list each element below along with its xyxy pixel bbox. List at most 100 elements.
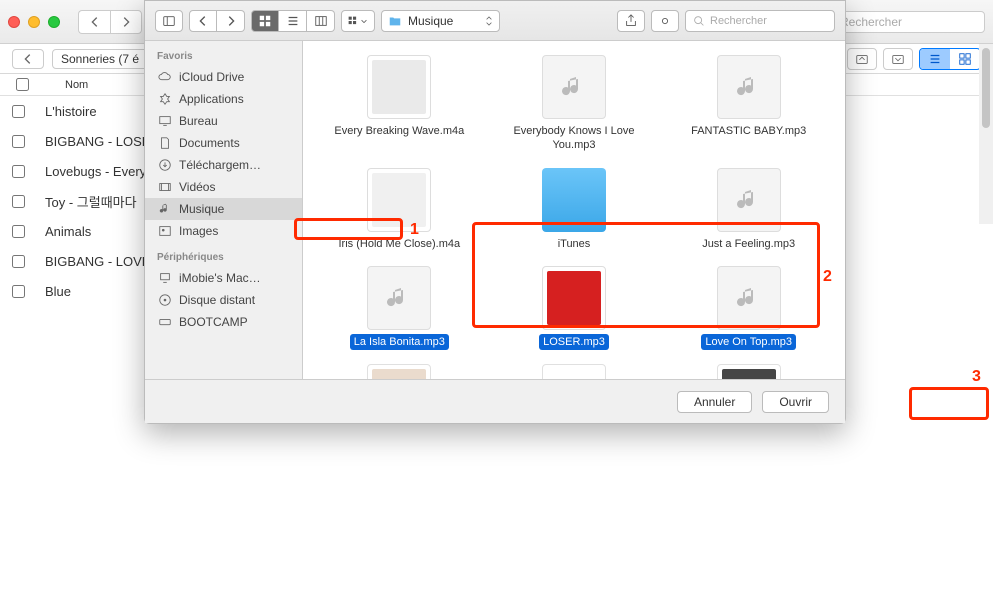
row-name: L'histoire (45, 104, 97, 119)
sidebar-toggle-button[interactable] (155, 10, 183, 32)
search-placeholder: Rechercher (840, 15, 902, 29)
apps-icon (157, 91, 173, 107)
file-area[interactable]: Every Breaking Wave.m4a Everybody Knows … (303, 41, 845, 379)
back-button[interactable] (78, 10, 110, 34)
row-checkbox[interactable] (12, 195, 25, 208)
maximize-window-button[interactable] (48, 16, 60, 28)
file-item[interactable]: LOSER.mp3 (492, 266, 657, 350)
file-item[interactable] (492, 364, 657, 379)
select-all-checkbox[interactable] (16, 78, 29, 91)
row-name: Blue (45, 284, 71, 299)
music-file-icon (717, 364, 781, 379)
file-item[interactable]: Everybody Knows I Love You.mp3 (492, 55, 657, 154)
folder-name: Musique (408, 14, 453, 28)
file-grid: Every Breaking Wave.m4a Everybody Knows … (317, 55, 831, 379)
file-item[interactable]: FANTASTIC BABY.mp3 (666, 55, 831, 154)
sidebar-item-label: Images (179, 224, 218, 238)
finder-forward-button[interactable] (217, 10, 245, 32)
row-checkbox[interactable] (12, 285, 25, 298)
search-icon (692, 14, 706, 28)
sidebar-item-documents[interactable]: Documents (145, 132, 302, 154)
sidebar-item-downloads[interactable]: Téléchargem… (145, 154, 302, 176)
window-controls (8, 16, 60, 28)
music-icon (157, 201, 173, 217)
group-dropdown[interactable] (341, 10, 375, 32)
sidebar-item-applications[interactable]: Applications (145, 88, 302, 110)
music-file-icon (367, 266, 431, 330)
share-button[interactable] (617, 10, 645, 32)
downloads-icon (157, 157, 173, 173)
finder-search-placeholder: Rechercher (710, 15, 767, 27)
view-toggle (919, 48, 981, 70)
music-file-icon (542, 364, 606, 379)
column-view-button[interactable] (307, 10, 335, 32)
sidebar-item-mac[interactable]: iMobie's Mac… (145, 267, 302, 289)
sidebar-item-desktop[interactable]: Bureau (145, 110, 302, 132)
file-label: Love On Top.mp3 (701, 334, 796, 350)
drive-icon (157, 314, 173, 330)
row-checkbox[interactable] (12, 165, 25, 178)
view-segment (251, 10, 335, 32)
export-button[interactable] (847, 48, 877, 70)
tags-button[interactable] (651, 10, 679, 32)
sidebar-item-label: Téléchargem… (179, 158, 261, 172)
sidebar-item-images[interactable]: Images (145, 220, 302, 242)
sidebar-item-label: Applications (179, 92, 244, 106)
annotation-box-3 (909, 387, 989, 420)
file-label: iTunes (554, 236, 595, 252)
row-checkbox[interactable] (12, 135, 25, 148)
file-item[interactable] (317, 364, 482, 379)
list-view-button[interactable] (279, 10, 307, 32)
videos-icon (157, 179, 173, 195)
finder-search-input[interactable]: Rechercher (685, 10, 835, 32)
finder-sidebar: Favoris iCloud Drive Applications Bureau… (145, 41, 303, 379)
finder-toolbar: Musique Rechercher (145, 1, 845, 41)
open-button[interactable]: Ouvrir (762, 391, 829, 413)
sidebar-item-label: Documents (179, 136, 240, 150)
file-item[interactable]: Every Breaking Wave.m4a (317, 55, 482, 154)
sidebar-item-videos[interactable]: Vidéos (145, 176, 302, 198)
finder-back-button[interactable] (189, 10, 217, 32)
row-checkbox[interactable] (12, 105, 25, 118)
file-item[interactable]: Just a Feeling.mp3 (666, 168, 831, 252)
import-button[interactable] (883, 48, 913, 70)
cancel-button[interactable]: Annuler (677, 391, 752, 413)
grid-view-button[interactable] (950, 49, 980, 69)
file-label: Just a Feeling.mp3 (698, 236, 799, 252)
scrollbar[interactable] (979, 44, 993, 224)
list-view-button[interactable] (920, 49, 950, 69)
folder-icon (388, 14, 402, 28)
sidebar-item-remote-disc[interactable]: Disque distant (145, 289, 302, 311)
row-checkbox[interactable] (12, 225, 25, 238)
finder-footer: Annuler Ouvrir (145, 379, 845, 423)
forward-button[interactable] (110, 10, 142, 34)
finder-body: Favoris iCloud Drive Applications Bureau… (145, 41, 845, 379)
disc-icon (157, 292, 173, 308)
sidebar-item-music[interactable]: Musique (145, 198, 302, 220)
nav-back-button[interactable] (12, 49, 44, 69)
sidebar-item-label: Disque distant (179, 293, 255, 307)
breadcrumb-pill[interactable]: Sonneries (7 é (52, 49, 148, 69)
file-item[interactable] (666, 364, 831, 379)
sidebar-item-bootcamp[interactable]: BOOTCAMP (145, 311, 302, 333)
file-item[interactable]: Love On Top.mp3 (666, 266, 831, 350)
row-checkbox[interactable] (12, 255, 25, 268)
icon-view-button[interactable] (251, 10, 279, 32)
row-name: Animals (45, 224, 91, 239)
file-item[interactable]: La Isla Bonita.mp3 (317, 266, 482, 350)
file-label: La Isla Bonita.mp3 (350, 334, 449, 350)
file-item[interactable]: Iris (Hold Me Close).m4a (317, 168, 482, 252)
nav-segment (189, 10, 245, 32)
column-nom[interactable]: Nom (65, 79, 88, 91)
finder-open-dialog: Musique Rechercher Favoris iCloud Drive … (144, 0, 846, 424)
sidebar-item-label: iCloud Drive (179, 70, 244, 84)
minimize-window-button[interactable] (28, 16, 40, 28)
sidebar-item-label: iMobie's Mac… (179, 271, 261, 285)
nav-arrows (78, 10, 142, 34)
close-window-button[interactable] (8, 16, 20, 28)
folder-dropdown[interactable]: Musique (381, 10, 500, 32)
sidebar-item-icloud[interactable]: iCloud Drive (145, 66, 302, 88)
file-item[interactable]: iTunes (492, 168, 657, 252)
favorites-section-label: Favoris (145, 47, 302, 66)
sidebar-item-label: Bureau (179, 114, 218, 128)
